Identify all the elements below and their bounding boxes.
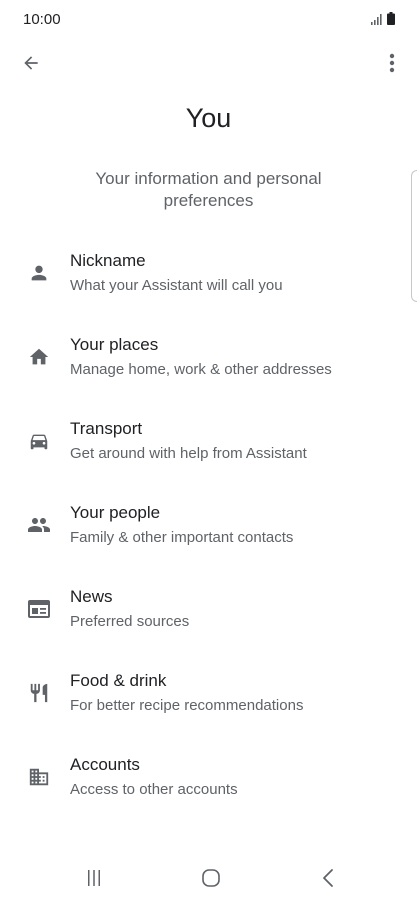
recents-button[interactable] xyxy=(74,864,114,892)
news-icon xyxy=(26,596,52,622)
list-item-food-drink[interactable]: Food & drink For better recipe recommend… xyxy=(0,660,417,744)
list-item-accounts[interactable]: Accounts Access to other accounts xyxy=(0,744,417,828)
home-button-icon xyxy=(201,868,221,888)
item-title: Your places xyxy=(70,335,159,354)
status-icons xyxy=(371,12,395,26)
status-bar: 10:00 xyxy=(0,0,417,40)
page-title: You xyxy=(185,103,232,133)
item-subtitle: Access to other accounts xyxy=(70,781,238,798)
item-title: News xyxy=(70,587,113,606)
back-nav-icon xyxy=(321,868,335,888)
arrow-back-icon xyxy=(21,53,41,73)
item-title: Food & drink xyxy=(70,671,167,690)
item-subtitle: For better recipe recommendations xyxy=(70,697,304,714)
list-item-nickname[interactable]: Nickname What your Assistant will call y… xyxy=(0,240,417,324)
item-title: Nickname xyxy=(70,251,146,270)
people-icon xyxy=(26,512,52,538)
recents-icon xyxy=(85,869,103,887)
list-item-your-places[interactable]: Your places Manage home, work & other ad… xyxy=(0,324,417,408)
status-time: 10:00 xyxy=(23,11,61,28)
list-item-news[interactable]: News Preferred sources xyxy=(0,576,417,660)
item-subtitle: What your Assistant will call you xyxy=(70,277,283,294)
business-icon xyxy=(26,764,52,790)
signal-icon xyxy=(371,14,383,25)
person-icon xyxy=(26,260,52,286)
car-icon xyxy=(26,428,52,454)
item-title: Your people xyxy=(70,503,161,522)
item-title: Transport xyxy=(70,419,143,438)
back-button[interactable] xyxy=(16,48,46,78)
item-title: Accounts xyxy=(70,755,140,774)
more-vert-icon xyxy=(389,53,395,73)
restaurant-icon xyxy=(26,680,52,706)
page-subtitle: Your information and personal preference… xyxy=(95,169,322,210)
item-subtitle: Family & other important contacts xyxy=(70,529,294,546)
back-nav-button[interactable] xyxy=(308,864,348,892)
item-subtitle: Get around with help from Assistant xyxy=(70,445,307,462)
list-item-transport[interactable]: Transport Get around with help from Assi… xyxy=(0,408,417,492)
item-subtitle: Preferred sources xyxy=(70,613,190,630)
settings-list: Nickname What your Assistant will call y… xyxy=(0,240,417,828)
more-options-button[interactable] xyxy=(377,48,407,78)
system-nav-bar xyxy=(0,852,417,904)
top-app-bar xyxy=(0,40,417,84)
item-subtitle: Manage home, work & other addresses xyxy=(70,361,332,378)
home-icon xyxy=(26,344,52,370)
home-button[interactable] xyxy=(191,864,231,892)
list-item-your-people[interactable]: Your people Family & other important con… xyxy=(0,492,417,576)
battery-icon xyxy=(387,12,395,25)
